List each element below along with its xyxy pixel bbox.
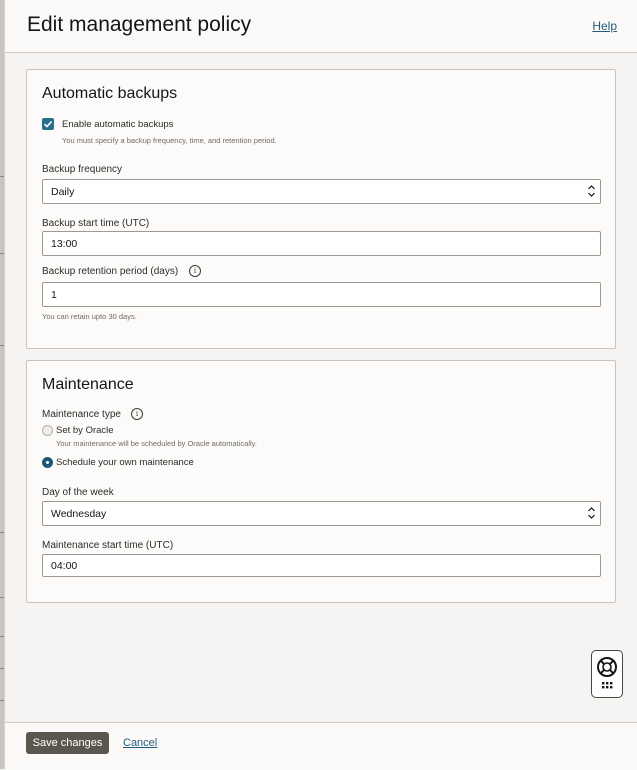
set-by-oracle-hint: Your maintenance will be scheduled by Or… xyxy=(56,439,257,448)
checkmark-icon xyxy=(43,120,53,128)
info-icon[interactable]: i xyxy=(189,265,201,277)
enable-backups-hint: You must specify a backup frequency, tim… xyxy=(62,136,277,145)
day-of-week-value: Wednesday xyxy=(51,508,107,520)
enable-backups-label[interactable]: Enable automatic backups xyxy=(62,119,173,130)
panel-header: Edit management policy Help xyxy=(5,0,637,53)
backup-start-time-label: Backup start time (UTC) xyxy=(42,218,150,229)
radio-schedule-own[interactable] xyxy=(42,457,53,468)
maintenance-start-time-value: 04:00 xyxy=(51,560,78,572)
backup-start-time-input[interactable]: 13:00 xyxy=(42,231,601,256)
set-by-oracle-label[interactable]: Set by Oracle xyxy=(56,425,114,436)
cancel-link[interactable]: Cancel xyxy=(123,737,157,749)
automatic-backups-section: Automatic backups Enable automatic backu… xyxy=(26,69,616,349)
backup-frequency-select[interactable]: Daily xyxy=(42,179,601,204)
backup-retention-value: 1 xyxy=(51,289,57,301)
maintenance-type-label: Maintenance type xyxy=(42,409,121,420)
backup-frequency-label: Backup frequency xyxy=(42,164,123,175)
maintenance-section-title: Maintenance xyxy=(42,376,134,393)
maintenance-start-time-label: Maintenance start time (UTC) xyxy=(42,540,174,551)
grid-dots-icon xyxy=(602,682,613,689)
help-widget-button[interactable] xyxy=(591,650,623,698)
help-link[interactable]: Help xyxy=(592,19,617,33)
day-of-week-select[interactable]: Wednesday xyxy=(42,501,601,526)
backup-frequency-value: Daily xyxy=(51,186,75,198)
backup-retention-input[interactable]: 1 xyxy=(42,282,601,307)
backup-retention-label: Backup retention period (days) xyxy=(42,266,179,277)
maintenance-section: Maintenance Maintenance type i Set by Or… xyxy=(26,360,616,603)
info-icon[interactable]: i xyxy=(131,408,143,420)
edit-policy-panel: Edit management policy Help Automatic ba… xyxy=(4,0,637,770)
backup-retention-hint: You can retain upto 30 days. xyxy=(42,312,137,321)
maintenance-start-time-input[interactable]: 04:00 xyxy=(42,554,601,577)
radio-set-by-oracle[interactable] xyxy=(42,425,53,436)
chevron-up-down-icon xyxy=(588,507,595,519)
panel-footer: Save changes Cancel xyxy=(5,722,637,770)
day-of-week-label: Day of the week xyxy=(42,487,114,498)
page-title: Edit management policy xyxy=(27,13,252,36)
save-changes-button[interactable]: Save changes xyxy=(26,732,109,754)
backup-start-time-value: 13:00 xyxy=(51,238,78,250)
enable-backups-checkbox[interactable] xyxy=(42,118,54,130)
backups-section-title: Automatic backups xyxy=(42,85,178,102)
schedule-own-label[interactable]: Schedule your own maintenance xyxy=(56,457,194,468)
chevron-up-down-icon xyxy=(588,185,595,197)
lifebuoy-icon xyxy=(597,657,617,689)
